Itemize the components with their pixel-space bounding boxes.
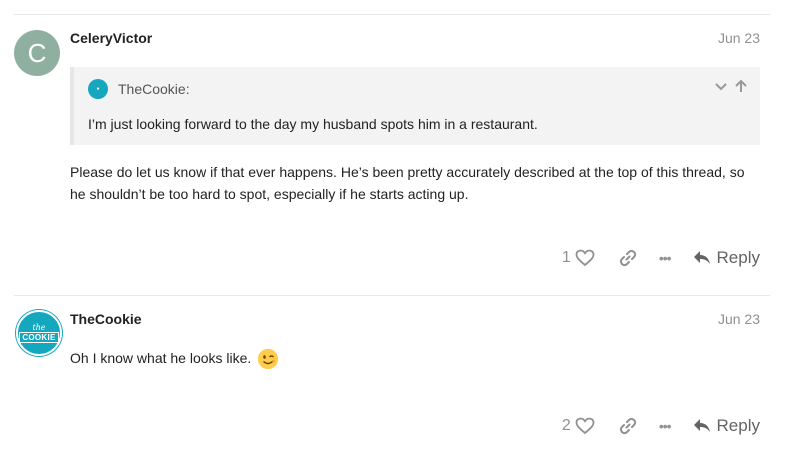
avatar[interactable]: the COOKIE [16,310,62,356]
arrow-up-icon[interactable] [734,79,748,96]
quote-text: I’m just looking forward to the day my h… [88,116,538,132]
avatar-text-small: the [32,322,46,332]
post-date[interactable]: Jun 23 [718,30,760,46]
reply-label: Reply [716,416,760,435]
like-count[interactable]: 1 [562,249,571,267]
winking-face-emoji [258,349,279,370]
reply-icon [693,419,710,432]
avatar[interactable]: C [14,30,60,76]
reply-button[interactable]: Reply [693,248,760,268]
avatar-letter: C [27,37,47,68]
heart-icon[interactable] [575,417,595,435]
heart-icon[interactable] [575,249,595,267]
post-body: Oh I know what he looks like. [70,347,750,370]
quote-block: ● TheCookie: I’m just looking forward to… [70,67,760,145]
post-celeryvictor: C CeleryVictor Jun 23 ● TheCookie: I’m j… [0,15,786,295]
quote-username: TheCookie: [118,81,190,97]
post-body-text: Oh I know what he looks like. [70,350,252,366]
reply-button[interactable]: Reply [693,416,760,436]
post-actions: 2 ••• Reply [562,416,760,436]
more-icon[interactable]: ••• [659,418,672,434]
reply-icon [693,251,710,264]
quote-avatar: ● [88,79,108,99]
post-username[interactable]: TheCookie [70,311,142,327]
like-count[interactable]: 2 [562,417,571,435]
reply-label: Reply [716,248,760,267]
post-date[interactable]: Jun 23 [718,311,760,327]
avatar-text: COOKIE [19,331,59,343]
link-icon[interactable] [619,417,637,435]
link-icon[interactable] [619,249,637,267]
post-username[interactable]: CeleryVictor [70,30,152,46]
chevron-down-icon[interactable] [714,79,728,96]
post-body: Please do let us know if that ever happe… [70,164,745,202]
more-icon[interactable]: ••• [659,250,672,266]
post-thecookie: the COOKIE TheCookie Jun 23 Oh I know wh… [0,296,786,460]
quote-controls [714,79,748,96]
post-actions: 1 ••• Reply [562,248,760,268]
